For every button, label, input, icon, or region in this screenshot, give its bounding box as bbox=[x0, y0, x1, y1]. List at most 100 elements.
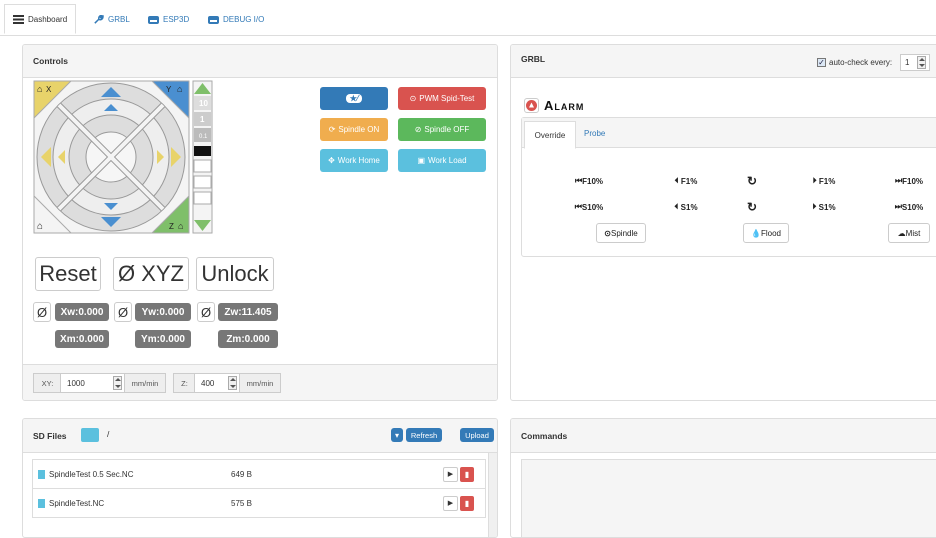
upload-button[interactable]: Upload bbox=[460, 428, 494, 442]
tab-grbl[interactable]: GRBL bbox=[85, 4, 138, 34]
work-load-button[interactable]: ▣ Work Load bbox=[398, 149, 486, 172]
file-size: 649 B bbox=[231, 470, 252, 479]
z-step-1[interactable]: 1 bbox=[200, 115, 205, 124]
z-work-position: Zw:11.405 bbox=[218, 303, 278, 321]
tab-override[interactable]: Override bbox=[524, 121, 576, 149]
override-label: F10% bbox=[902, 176, 924, 186]
target-icon: ⊙ bbox=[604, 228, 611, 238]
dashboard-icon bbox=[13, 14, 24, 24]
flood-toggle-button[interactable]: 💧 Flood bbox=[743, 223, 789, 243]
spindle-minus10-button[interactable]: ⏮ S10% bbox=[568, 197, 610, 217]
work-load-label: Work Load bbox=[428, 156, 467, 165]
zero-z-button[interactable]: Ø bbox=[197, 302, 215, 322]
override-label: S10% bbox=[901, 202, 924, 212]
z-corner-label: Z bbox=[169, 222, 174, 231]
override-box: Override Probe ⏮ F10% ⏴ F1% ↻ ⏵ F1% ⏭ F10%… bbox=[521, 117, 936, 257]
work-home-label: Work Home bbox=[337, 156, 380, 165]
file-row[interactable]: SpindleTest 0.5 Sec.NC 649 B ▶ ▮ bbox=[32, 459, 486, 489]
file-row[interactable]: SpindleTest.NC 575 B ▶ ▮ bbox=[32, 488, 486, 518]
override-label: S10% bbox=[581, 202, 604, 212]
file-name: SpindleTest.NC bbox=[49, 499, 105, 508]
autocheck-spinner-icon[interactable] bbox=[917, 56, 926, 69]
x-corner-label: X bbox=[46, 85, 52, 94]
feed-plus1-button[interactable]: ⏵ F1% bbox=[806, 171, 842, 191]
feed-minus10-button[interactable]: ⏮ F10% bbox=[568, 171, 610, 191]
refresh-button[interactable]: Refresh bbox=[406, 428, 442, 442]
commands-log[interactable] bbox=[521, 459, 936, 537]
override-label: Mist bbox=[905, 228, 921, 238]
work-home-button[interactable]: ✥ Work Home bbox=[320, 149, 388, 172]
fast-forward-icon: ⏭ bbox=[894, 202, 902, 211]
grbl-status: Alarm bbox=[544, 98, 585, 113]
wrench-icon bbox=[94, 14, 104, 24]
override-label: F10% bbox=[582, 176, 604, 186]
trash-icon[interactable]: ▮ bbox=[460, 496, 474, 511]
file-icon bbox=[38, 499, 45, 508]
alarm-bell-button[interactable] bbox=[524, 98, 539, 113]
home-icon: ⌂ bbox=[37, 221, 43, 232]
tab-debug-io[interactable]: DEBUG I/O bbox=[200, 4, 272, 34]
play-icon[interactable]: ▶ bbox=[443, 467, 458, 482]
macro-button[interactable]: ★⁄ bbox=[320, 87, 388, 110]
alarm-icon bbox=[526, 100, 537, 111]
reset-icon: ↻ bbox=[746, 200, 758, 214]
override-label: Spindle bbox=[611, 228, 638, 238]
z-feed-label: Z: bbox=[173, 373, 195, 393]
trash-icon[interactable]: ▮ bbox=[460, 467, 474, 482]
unlock-button[interactable]: Unlock bbox=[196, 257, 274, 291]
sd-files-panel: SD Files / ▾ Refresh Upload SpindleTest … bbox=[22, 418, 498, 538]
z-step-01[interactable]: 0.1 bbox=[199, 134, 208, 140]
filter-icon: ▾ bbox=[394, 430, 399, 440]
reset-button[interactable]: Reset bbox=[35, 257, 101, 291]
spindle-off-button[interactable]: ⊘ Spindle OFF bbox=[398, 118, 486, 141]
zero-y-button[interactable]: Ø bbox=[114, 302, 132, 322]
tab-label: Dashboard bbox=[28, 14, 68, 24]
commands-panel: Commands bbox=[510, 418, 936, 538]
feed-minus1-button[interactable]: ⏴ F1% bbox=[668, 171, 704, 191]
fast-backward-icon: ⏮ bbox=[574, 202, 582, 211]
controls-panel: Controls ⌂ X Y ⌂ Z ⌂ ⌂ 10 1 0.1 ★⁄ ⊙ PWM… bbox=[22, 44, 498, 401]
override-label: S1% bbox=[818, 202, 836, 212]
feed-reset-button[interactable]: ↻ bbox=[744, 171, 760, 191]
spindle-on-button[interactable]: ⟳ Spindle ON bbox=[320, 118, 388, 141]
override-label: Flood bbox=[760, 228, 781, 238]
spindle-on-label: Spindle ON bbox=[338, 125, 380, 134]
tab-probe[interactable]: Probe bbox=[584, 129, 605, 138]
x-machine-position: Xm:0.000 bbox=[55, 330, 109, 348]
reset-icon: ↻ bbox=[746, 174, 758, 188]
scrollbar[interactable] bbox=[488, 453, 497, 537]
spindle-plus1-button[interactable]: ⏵ S1% bbox=[806, 197, 842, 217]
filter-button[interactable]: ▾ bbox=[391, 428, 403, 442]
svg-text:⌂: ⌂ bbox=[37, 84, 42, 94]
y-machine-position: Ym:0.000 bbox=[135, 330, 191, 348]
ban-icon: ⊘ bbox=[414, 125, 422, 134]
pwm-test-button[interactable]: ⊙ PWM Spid-Test bbox=[398, 87, 486, 110]
spindle-reset-button[interactable]: ↻ bbox=[744, 197, 760, 217]
refresh-icon: ⟳ bbox=[328, 125, 336, 134]
z-step-10[interactable]: 10 bbox=[199, 99, 208, 108]
feed-plus10-button[interactable]: ⏭ F10% bbox=[888, 171, 930, 191]
tab-dashboard[interactable]: Dashboard bbox=[4, 4, 77, 34]
play-icon[interactable]: ▶ bbox=[443, 496, 458, 511]
spindle-plus10-button[interactable]: ⏭ S10% bbox=[888, 197, 930, 217]
xy-feed-spinner-icon[interactable] bbox=[113, 376, 122, 390]
tab-esp3d[interactable]: ESP3D bbox=[140, 4, 197, 34]
spindle-minus1-button[interactable]: ⏴ S1% bbox=[668, 197, 704, 217]
step-forward-icon: ⏵ bbox=[812, 176, 817, 185]
fast-backward-icon: ⏮ bbox=[574, 176, 583, 185]
drive-icon: ▣ bbox=[417, 156, 425, 165]
file-size: 575 B bbox=[231, 499, 252, 508]
mist-toggle-button[interactable]: ☁ Mist bbox=[888, 223, 930, 243]
spindle-toggle-button[interactable]: ⊙ Spindle bbox=[596, 223, 646, 243]
override-label: F1% bbox=[680, 176, 698, 186]
y-corner-label: Y bbox=[166, 85, 172, 94]
x-work-position: Xw:0.000 bbox=[55, 303, 109, 321]
zero-x-button[interactable]: Ø bbox=[33, 302, 51, 322]
zero-xyz-button[interactable]: Ø XYZ bbox=[113, 257, 189, 291]
file-icon bbox=[38, 470, 45, 479]
fast-forward-icon: ⏭ bbox=[894, 176, 903, 185]
folder-icon[interactable] bbox=[81, 428, 99, 442]
svg-text:⌂: ⌂ bbox=[177, 84, 182, 94]
z-feed-spinner-icon[interactable] bbox=[228, 376, 237, 390]
autocheck-checkbox[interactable]: ✓ bbox=[817, 58, 826, 67]
